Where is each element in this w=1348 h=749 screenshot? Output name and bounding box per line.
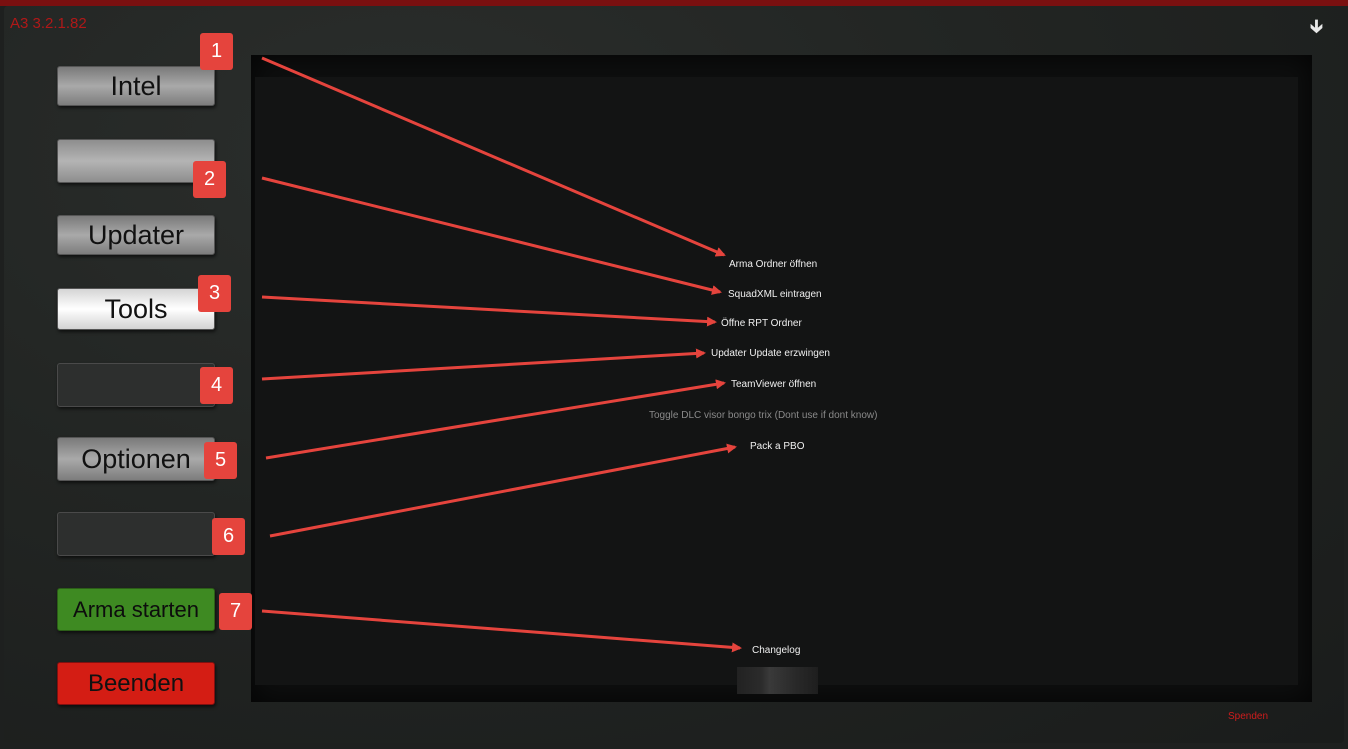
annotation-badge-3: 3 — [198, 275, 231, 312]
arrow-6 — [269, 443, 737, 538]
annotation-badge-1: 1 — [200, 33, 233, 70]
arrow-2 — [261, 176, 722, 295]
annotation-badge-4: 4 — [200, 367, 233, 404]
annotation-badge-2: 2 — [193, 161, 226, 198]
annotation-badge-6: 6 — [212, 518, 245, 555]
arrow-4 — [261, 348, 706, 381]
arrow-7 — [261, 609, 742, 653]
annotation-badge-5: 5 — [204, 442, 237, 479]
arrow-1 — [261, 56, 726, 257]
arrow-3 — [261, 295, 717, 327]
annotation-badge-7: 7 — [219, 593, 252, 630]
arrow-5 — [265, 379, 726, 460]
